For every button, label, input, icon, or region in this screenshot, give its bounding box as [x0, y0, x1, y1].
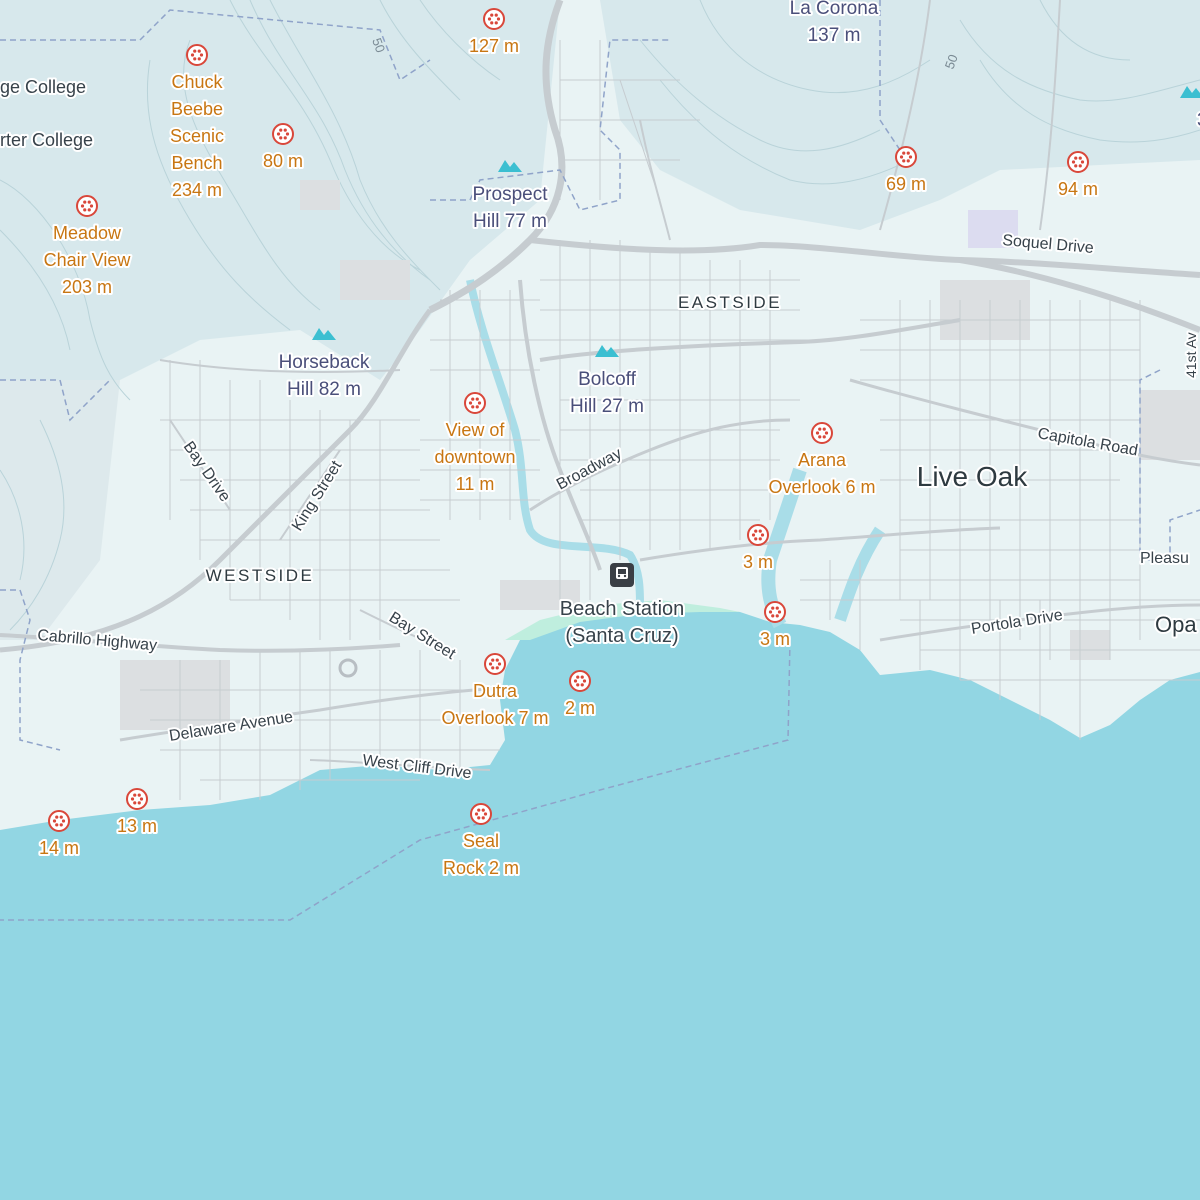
- roundabout: [338, 658, 358, 678]
- viewpoint-icon: [811, 422, 833, 444]
- viewpoint-label: Arana: [798, 450, 847, 470]
- live-oak-label[interactable]: Live Oak: [915, 459, 1030, 494]
- peak-label: Bolcoff: [578, 369, 636, 390]
- peak-label: La Corona: [790, 0, 879, 19]
- viewpoint-label: Meadow: [53, 223, 122, 243]
- college-label: ge College: [0, 77, 86, 97]
- viewpoint-label: Overlook 6 m: [768, 477, 875, 497]
- viewpoint-icon: [483, 8, 505, 30]
- peak-label: 137 m: [808, 25, 861, 46]
- viewpoint-icon: [484, 653, 506, 675]
- viewpoint-icon: [76, 195, 98, 217]
- viewpoint-icon: [895, 146, 917, 168]
- viewpoint-icon: [48, 810, 70, 832]
- viewpoint-label: View of: [446, 420, 506, 440]
- peak-label: Prospect: [473, 184, 549, 205]
- opal-cliffs-label: Opa: [1155, 612, 1197, 637]
- viewpoint-icon: [470, 803, 492, 825]
- viewpoint-label: 2 m: [565, 698, 595, 718]
- viewpoint-label: Dutra: [473, 681, 518, 701]
- viewpoint-label: 13 m: [117, 816, 157, 836]
- viewpoint-label: 3 m: [760, 629, 790, 649]
- peak-label: Hill 82 m: [287, 379, 361, 400]
- viewpoint-label: Beebe: [171, 99, 223, 119]
- viewpoint-label: Chair View: [44, 250, 132, 270]
- viewpoint-label: Scenic: [170, 126, 224, 146]
- peak-label: Hill 77 m: [473, 211, 547, 232]
- peak-label: Hill 27 m: [570, 396, 644, 417]
- station-label: Beach Station: [560, 598, 685, 620]
- viewpoint-label: 94 m: [1058, 179, 1098, 199]
- 41st-avenue-label: 41st Av: [1183, 332, 1199, 378]
- viewpoint-icon: [272, 123, 294, 145]
- viewpoint-label: Rock 2 m: [443, 858, 519, 878]
- viewpoint-label: 234 m: [172, 180, 222, 200]
- westside-label: WESTSIDE: [206, 566, 315, 585]
- viewpoint-label: Chuck: [171, 72, 223, 92]
- viewpoint-icon: [747, 524, 769, 546]
- viewpoint-icon: [569, 670, 591, 692]
- viewpoint-label: 3 m: [743, 552, 773, 572]
- viewpoint-icon: [464, 392, 486, 414]
- viewpoint-label: 11 m: [456, 474, 495, 494]
- viewpoint-label: 80 m: [263, 151, 303, 171]
- viewpoint-label: 127 m: [469, 36, 519, 56]
- viewpoint-label: downtown: [434, 447, 515, 467]
- viewpoint-icon: [186, 44, 208, 66]
- map-canvas[interactable]: 50 50 127 mChuckBeebeScenicBench234 m80 …: [0, 0, 1200, 1200]
- viewpoint-icon: [126, 788, 148, 810]
- peak-label: Horseback: [279, 352, 370, 373]
- viewpoint-label: Seal: [463, 831, 499, 851]
- viewpoint-label: 69 m: [886, 174, 926, 194]
- viewpoint-label: Bench: [171, 153, 222, 173]
- college-label: rter College: [0, 130, 93, 150]
- viewpoint-label: 203 m: [62, 277, 112, 297]
- eastside-label: EASTSIDE: [678, 293, 782, 312]
- viewpoint-label: Overlook 7 m: [441, 708, 548, 728]
- viewpoint-label: 14 m: [39, 838, 79, 858]
- viewpoint-icon: [764, 601, 786, 623]
- station-label: (Santa Cruz): [565, 625, 678, 647]
- viewpoint-icon: [1067, 151, 1089, 173]
- pleasure-point-label: Pleasu: [1140, 550, 1189, 567]
